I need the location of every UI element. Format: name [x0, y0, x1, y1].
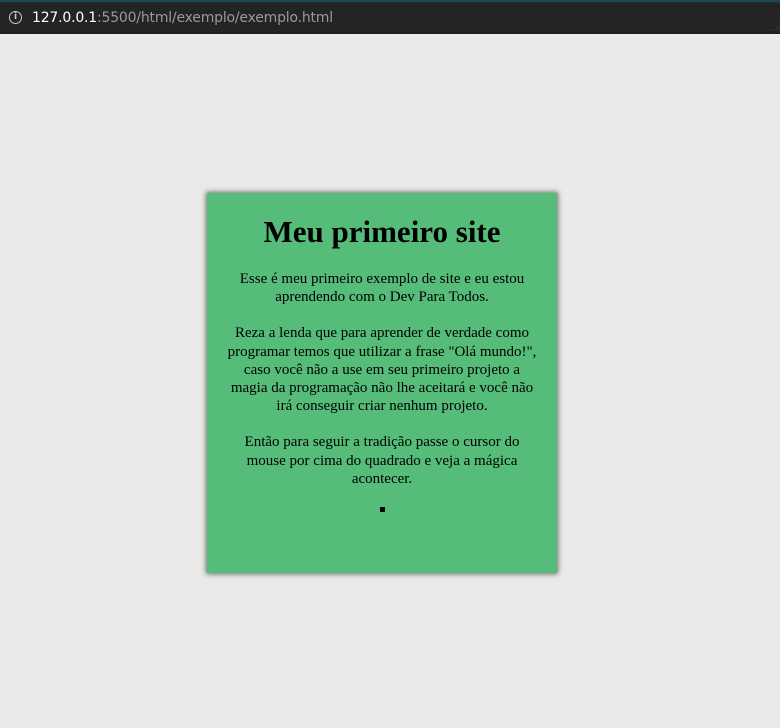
url-path: :5500/html/exemplo/exemplo.html: [97, 9, 333, 26]
hover-square[interactable]: [379, 507, 385, 513]
url-text[interactable]: 127.0.0.1:5500/html/exemplo/exemplo.html: [32, 10, 333, 26]
site-info-icon[interactable]: i: [9, 11, 22, 24]
instruction-paragraph: Então para seguir a tradição passe o cur…: [244, 434, 520, 487]
url-host: 127.0.0.1: [32, 9, 97, 26]
intro-paragraph: Esse é meu primeiro exemplo de site e eu…: [239, 271, 525, 306]
legend-paragraph: Reza a lenda que para aprender de verdad…: [227, 325, 537, 415]
browser-toolbar: i 127.0.0.1:5500/html/exemplo/exemplo.ht…: [0, 0, 780, 34]
address-bar[interactable]: i 127.0.0.1:5500/html/exemplo/exemplo.ht…: [0, 3, 780, 32]
content-card: Meu primeiro site Esse é meu primeiro ex…: [207, 193, 557, 573]
page-title: Meu primeiro site: [263, 214, 501, 249]
page-content: Meu primeiro site Esse é meu primeiro ex…: [0, 34, 780, 728]
